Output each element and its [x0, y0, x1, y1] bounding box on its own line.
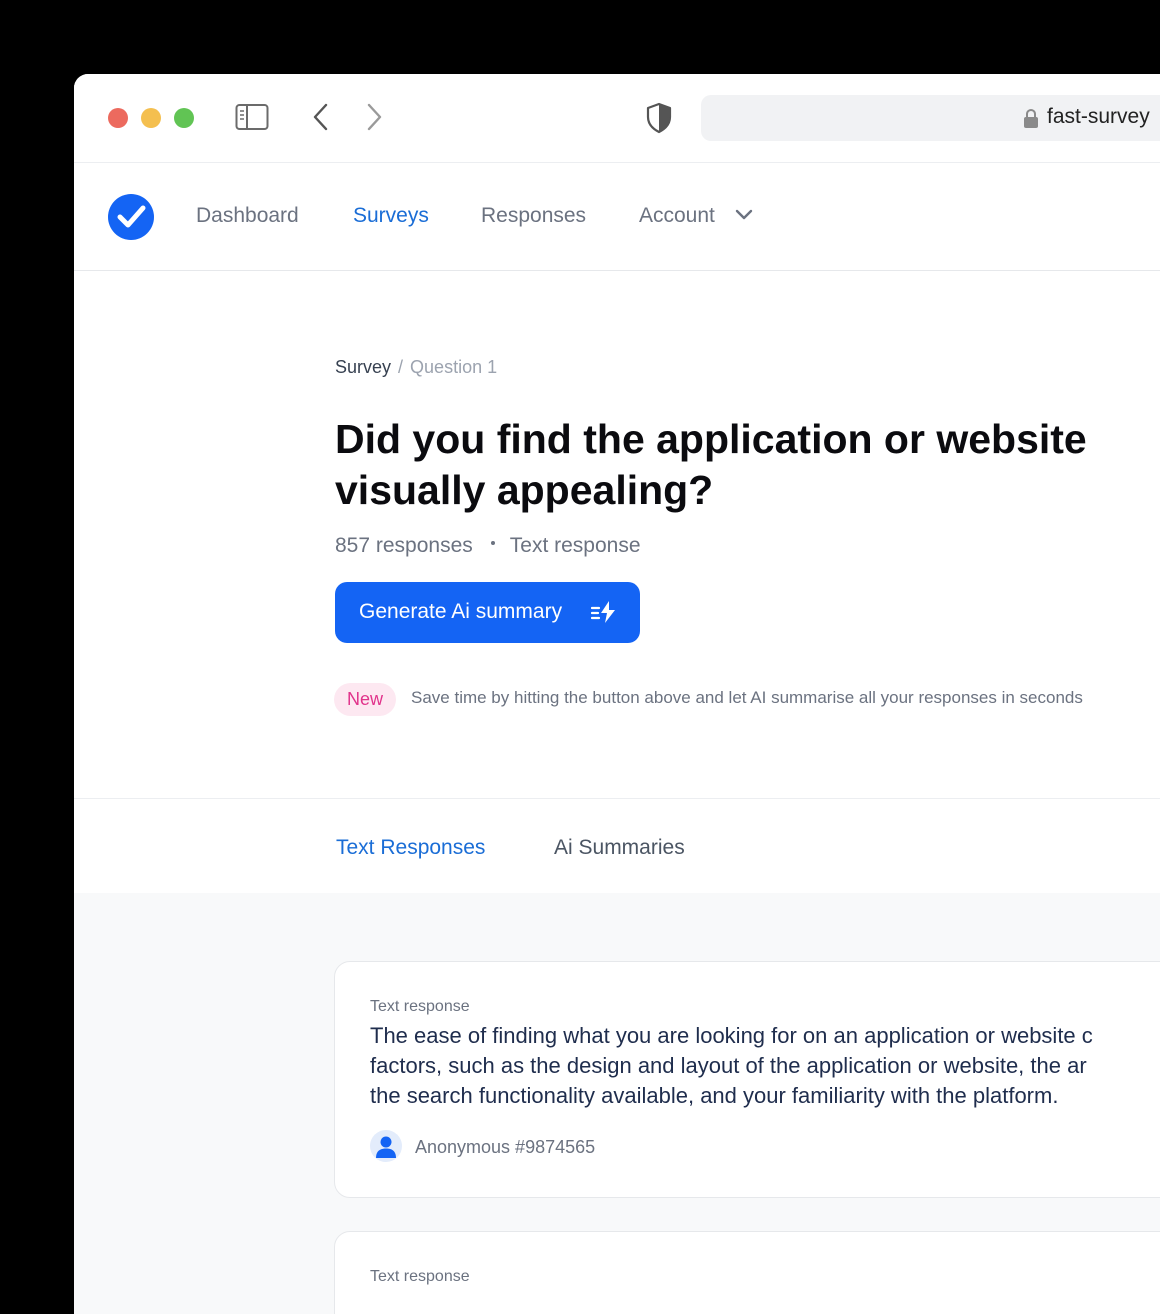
- lightning-icon: [591, 601, 615, 623]
- user-avatar-icon: [370, 1130, 402, 1162]
- breadcrumb: Survey / Question 1: [335, 357, 497, 378]
- response-tabs: Text Responses Ai Summaries: [74, 798, 1160, 894]
- url-text: fast-survey: [1047, 105, 1150, 128]
- close-window-button[interactable]: [108, 108, 128, 128]
- tab-text-responses[interactable]: Text Responses: [336, 836, 485, 860]
- minimize-window-button[interactable]: [141, 108, 161, 128]
- checkmark-logo-icon[interactable]: [108, 194, 154, 240]
- meta-dot: [490, 541, 495, 546]
- response-card[interactable]: Text response The ease of finding what y…: [334, 961, 1160, 1198]
- forward-icon[interactable]: [363, 102, 385, 132]
- response-card[interactable]: Text response: [334, 1231, 1160, 1314]
- breadcrumb-survey[interactable]: Survey: [335, 357, 391, 377]
- question-type: Text response: [509, 534, 641, 557]
- tab-ai-summaries[interactable]: Ai Summaries: [554, 836, 685, 860]
- address-bar[interactable]: fast-survey: [701, 95, 1160, 141]
- response-text-line: factors, such as the design and layout o…: [370, 1053, 1087, 1078]
- response-author: Anonymous #9874565: [415, 1137, 596, 1157]
- response-count: 857 responses: [335, 534, 473, 557]
- nav-responses[interactable]: Responses: [481, 204, 586, 228]
- generate-button-label: Generate Ai summary: [359, 600, 563, 623]
- back-icon[interactable]: [310, 102, 332, 132]
- response-text-line: the search functionality available, and …: [370, 1083, 1059, 1108]
- breadcrumb-separator: /: [398, 357, 404, 377]
- generate-ai-summary-button[interactable]: Generate Ai summary: [335, 582, 640, 643]
- browser-toolbar: fast-survey: [74, 74, 1160, 163]
- maximize-window-button[interactable]: [174, 108, 194, 128]
- response-card-label: Text response: [370, 1268, 470, 1285]
- nav-dashboard[interactable]: Dashboard: [196, 204, 299, 228]
- browser-window: fast-survey Dashboard Surveys Responses …: [74, 74, 1160, 1314]
- question-title: Did you find the application or website …: [335, 416, 1087, 513]
- nav-account[interactable]: Account: [639, 204, 715, 228]
- nav-surveys[interactable]: Surveys: [353, 204, 429, 228]
- response-text: The ease of finding what you are looking…: [370, 1021, 1160, 1111]
- lock-icon: [1024, 108, 1038, 128]
- privacy-shield-icon[interactable]: [646, 102, 672, 134]
- response-card-label: Text response: [370, 998, 470, 1015]
- app-navbar: Dashboard Surveys Responses Account: [74, 163, 1160, 271]
- response-text-line: The ease of finding what you are looking…: [370, 1023, 1093, 1048]
- breadcrumb-current: Question 1: [410, 357, 498, 377]
- new-badge: New: [334, 683, 396, 716]
- chevron-down-icon[interactable]: [735, 209, 753, 221]
- question-meta: 857 responses Text response: [335, 534, 641, 558]
- ai-summary-hint: Save time by hitting the button above an…: [411, 688, 1083, 707]
- sidebar-toggle-icon[interactable]: [235, 102, 269, 132]
